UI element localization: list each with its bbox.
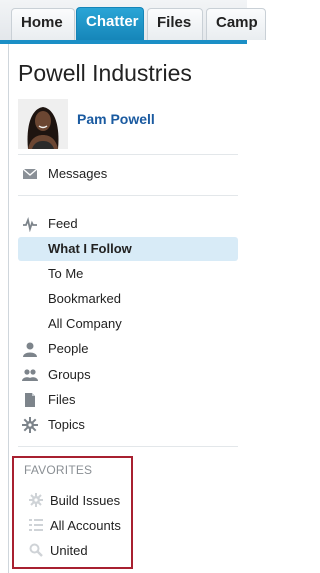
avatar[interactable] bbox=[18, 99, 68, 149]
nav-item-label: Groups bbox=[48, 367, 91, 382]
favorites-heading: FAVORITES bbox=[24, 463, 93, 477]
nav-item-label: What I Follow bbox=[48, 241, 132, 256]
user-photo-icon bbox=[18, 99, 68, 149]
page-title: Powell Industries bbox=[18, 60, 192, 86]
tab-home[interactable]: Home bbox=[11, 8, 75, 40]
person-icon bbox=[23, 342, 37, 357]
pulse-icon bbox=[23, 216, 37, 232]
nav-item-messages[interactable]: Messages bbox=[18, 162, 238, 186]
favorite-item-united[interactable]: United bbox=[24, 540, 134, 562]
nav-item-groups[interactable]: Groups bbox=[18, 363, 238, 387]
nav-item-bookmarked[interactable]: Bookmarked bbox=[18, 287, 238, 311]
nav-item-label: Bookmarked bbox=[48, 291, 121, 306]
group-icon bbox=[22, 369, 38, 381]
tab-bar: Home Chatter Files Camp bbox=[0, 0, 266, 42]
tab-chatter[interactable]: Chatter bbox=[76, 7, 144, 41]
topic-gear-icon bbox=[22, 417, 38, 433]
nav-item-what-i-follow[interactable]: What I Follow bbox=[18, 237, 238, 261]
nav-item-label: People bbox=[48, 341, 89, 356]
divider bbox=[18, 154, 238, 155]
envelope-icon bbox=[22, 168, 38, 179]
nav-item-label: Topics bbox=[48, 417, 85, 432]
favorite-item-build-issues[interactable]: Build Issues bbox=[24, 490, 134, 512]
nav-item-label: Feed bbox=[48, 216, 78, 231]
nav-item-label: To Me bbox=[48, 266, 84, 281]
nav-item-files[interactable]: Files bbox=[18, 388, 238, 412]
tab-files[interactable]: Files bbox=[147, 8, 203, 40]
tab-camp[interactable]: Camp bbox=[206, 8, 266, 40]
favorite-item-all-accounts[interactable]: All Accounts bbox=[24, 515, 134, 537]
divider bbox=[18, 195, 238, 196]
topic-gear-icon bbox=[29, 493, 43, 507]
nav-item-label: Files bbox=[48, 392, 76, 407]
search-icon bbox=[29, 543, 43, 557]
nav-item-people[interactable]: People bbox=[18, 337, 238, 361]
nav-item-label: All Company bbox=[48, 316, 122, 331]
favorite-item-label: United bbox=[50, 543, 88, 558]
nav-item-to-me[interactable]: To Me bbox=[18, 262, 238, 286]
divider bbox=[18, 446, 238, 447]
nav-item-label: Messages bbox=[48, 166, 108, 181]
file-icon bbox=[25, 393, 35, 407]
nav-item-all-company[interactable]: All Company bbox=[18, 312, 238, 336]
user-name-link[interactable]: Pam Powell bbox=[77, 111, 155, 127]
favorite-item-label: Build Issues bbox=[50, 493, 121, 508]
list-view-icon bbox=[29, 519, 43, 531]
nav-item-feed[interactable]: Feed bbox=[18, 212, 238, 236]
nav-item-topics[interactable]: Topics bbox=[18, 413, 238, 437]
favorite-item-label: All Accounts bbox=[50, 518, 121, 533]
